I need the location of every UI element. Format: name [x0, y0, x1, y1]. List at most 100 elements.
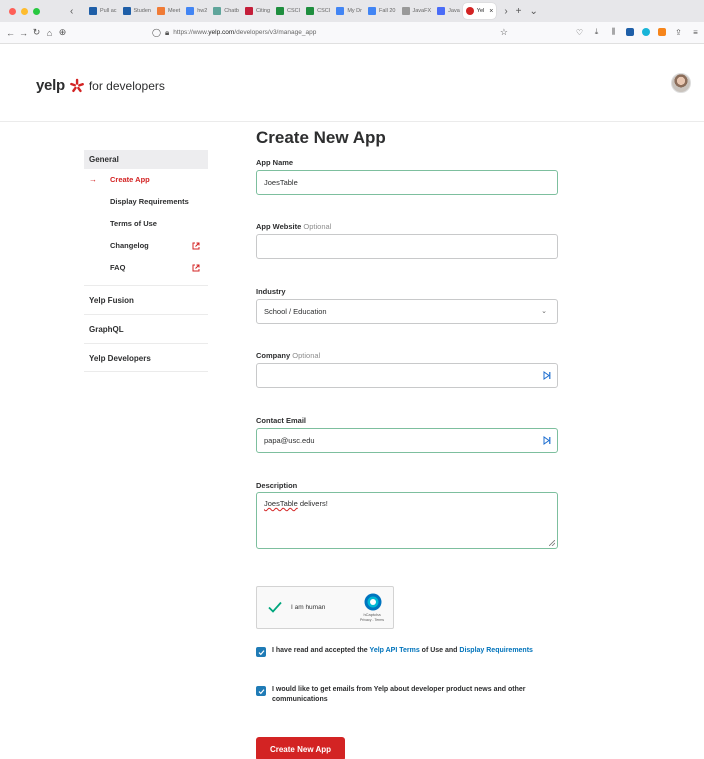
yelp-api-terms-link[interactable]: Yelp API Terms [370, 647, 420, 654]
browser-tab[interactable]: JavaFX [399, 3, 435, 19]
metamask-icon[interactable] [658, 28, 666, 36]
sidebar-item-display-requirements[interactable]: Display Requirements [84, 191, 208, 213]
hcaptcha-logo-icon [364, 593, 382, 611]
tab-favicon-icon [89, 7, 97, 15]
tabs-back-chevron-icon[interactable]: ‹ [70, 6, 82, 17]
description-misspelled-word: JoesTable [264, 499, 298, 508]
browser-tab[interactable]: Studen [120, 3, 154, 19]
tab-favicon-icon [306, 7, 315, 15]
tab-list: Pull ac Studen Meet hw2 Chatb Citing CSCI CSCI M… [86, 3, 497, 19]
tab-favicon-icon [156, 7, 165, 15]
sidebar-item-faq[interactable]: FAQ [84, 257, 208, 279]
shield-icon[interactable]: ◯ [152, 28, 161, 37]
captcha-label: I am human [291, 604, 326, 611]
browser-tab[interactable]: Chatb [210, 3, 242, 19]
resize-handle-icon[interactable] [549, 540, 555, 546]
description-label: Description [256, 481, 298, 490]
tab-favicon-icon [276, 7, 285, 15]
emails-text: I would like to get emails from Yelp abo… [272, 686, 526, 703]
forward-arrow-icon[interactable]: → [17, 28, 30, 38]
sidebar-item-create-app[interactable]: → Create App [84, 169, 208, 191]
captcha-links[interactable]: Privacy - Terms [357, 618, 387, 622]
app-website-input[interactable] [256, 234, 558, 259]
maximize-window-button[interactable] [33, 7, 40, 15]
create-new-app-button[interactable]: Create New App [256, 737, 345, 759]
browser-tab[interactable]: Java [434, 3, 463, 19]
browser-tab[interactable]: Yel × [462, 3, 497, 19]
download-icon[interactable]: ⤓ [592, 27, 601, 37]
external-link-icon [192, 242, 200, 250]
emails-checkbox[interactable] [256, 686, 266, 696]
optional-tag: Optional [292, 351, 321, 360]
library-icon[interactable]: ⫼ [609, 27, 618, 37]
contact-email-label: Contact Email [256, 416, 307, 425]
page-title: Create New App [256, 128, 386, 147]
autofill-icon[interactable] [543, 371, 551, 380]
terms-checkbox[interactable] [256, 647, 266, 657]
pocket-icon[interactable]: ♡ [575, 28, 584, 37]
new-tab-button[interactable]: + [516, 6, 522, 17]
back-arrow-icon[interactable]: ← [4, 28, 17, 38]
bookmark-star-icon[interactable]: ☆ [500, 27, 508, 38]
sidebar-item-label: Changelog [110, 241, 149, 250]
site-header: yelp for developers [0, 44, 704, 122]
tab-favicon-icon [336, 7, 345, 15]
extension-circle-icon[interactable] [642, 28, 650, 36]
display-requirements-link[interactable]: Display Requirements [459, 647, 533, 654]
yelp-developers-logo[interactable]: yelp for developers [36, 77, 165, 94]
description-textarea[interactable]: JoesTable delivers! [256, 492, 558, 549]
browser-tab[interactable]: CSCI [273, 3, 303, 19]
sidebar-section-graphql[interactable]: GraphQL [84, 314, 208, 343]
menu-icon[interactable]: ≡ [691, 28, 700, 37]
share-icon[interactable]: ⇪ [674, 28, 683, 37]
browser-tab[interactable]: Citing [242, 3, 273, 19]
hcaptcha-widget[interactable]: I am human hCaptcha Privacy - Terms [256, 586, 394, 629]
tab-favicon-icon [437, 7, 446, 15]
sidebar-item-terms-of-use[interactable]: Terms of Use [84, 213, 208, 235]
tab-label: Citing [255, 8, 271, 14]
sidebar-item-changelog[interactable]: Changelog [84, 235, 208, 257]
browser-tab[interactable]: hw2 [183, 3, 210, 19]
tab-favicon-icon [186, 7, 195, 15]
tab-list-button[interactable]: ⌄ [530, 6, 538, 17]
sidebar-item-label: Display Requirements [110, 197, 189, 206]
tab-label: Yel [476, 8, 485, 14]
reload-icon[interactable]: ↻ [30, 27, 43, 38]
sidebar-group-general[interactable]: General [84, 150, 208, 169]
tab-label: My Dr [347, 8, 362, 14]
home-icon[interactable]: ⌂ [43, 28, 56, 38]
terms-text: I have read and accepted the Yelp API Te… [272, 647, 533, 654]
industry-select[interactable]: School / Education ⌄ [256, 299, 558, 324]
close-tab-icon[interactable]: × [489, 8, 493, 15]
sidebar-item-label: FAQ [110, 263, 126, 272]
browser-tab[interactable]: CSCI [303, 3, 333, 19]
emails-checkbox-row: I would like to get emails from Yelp abo… [256, 685, 556, 705]
browser-tab[interactable]: My Dr [333, 3, 365, 19]
tab-favicon-icon [122, 7, 131, 15]
url-text[interactable]: https://www.yelp.com/developers/v3/manag… [173, 29, 316, 36]
sidebar-section-yelp-developers[interactable]: Yelp Developers [84, 343, 208, 372]
tab-label: Chatb [224, 8, 239, 14]
sidebar-section-yelp-fusion[interactable]: Yelp Fusion [84, 285, 208, 314]
lock-icon[interactable]: 🔒︎ [165, 28, 169, 38]
captcha-checkmark-icon[interactable] [267, 599, 283, 615]
user-avatar[interactable] [671, 73, 691, 93]
app-name-input[interactable]: JoesTable [256, 170, 558, 195]
browser-tab[interactable]: Pull ac [86, 3, 120, 19]
address-bar[interactable]: ◯ 🔒︎ https://www.yelp.com/developers/v3/… [152, 25, 514, 40]
autofill-icon[interactable] [543, 436, 551, 445]
tabs-scroll-chevron-icon[interactable]: › [504, 6, 507, 17]
app-website-label: App Website Optional [256, 222, 332, 231]
industry-value: School / Education [264, 307, 327, 316]
tab-label: Java [448, 8, 460, 14]
browser-tab[interactable]: Fall 20 [365, 3, 399, 19]
minimize-window-button[interactable] [21, 7, 28, 15]
browser-tab[interactable]: Meet [154, 3, 183, 19]
company-input[interactable] [256, 363, 558, 388]
extension-icon[interactable]: ⊕ [56, 27, 69, 38]
close-window-button[interactable] [9, 7, 16, 15]
contact-email-input[interactable]: papa@usc.edu [256, 428, 558, 453]
tab-favicon-icon [465, 7, 474, 15]
extension-b-icon[interactable] [626, 28, 634, 36]
browser-tab-bar: ‹ Pull ac Studen Meet hw2 Chatb Citing CSCI CSC… [0, 0, 704, 22]
